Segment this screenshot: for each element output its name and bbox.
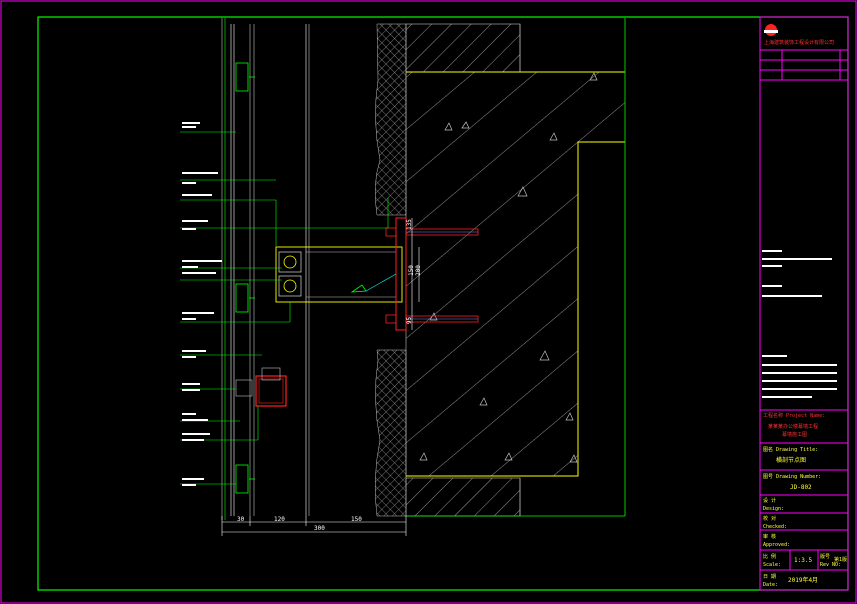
- dim-30: 30: [237, 516, 245, 523]
- scale-value: 1:3.5: [794, 557, 813, 564]
- label-marks: [182, 122, 222, 486]
- cad-drawing-canvas: 30 120 150 300 135 150 200 95 上海建筑装饰工程设计…: [0, 0, 857, 604]
- date-label: 日 期: [763, 574, 777, 580]
- project-name-line1: 某某某办公楼幕墙工程: [768, 424, 819, 430]
- dim-200: 200: [414, 265, 422, 276]
- checked-label: 校 对: [763, 516, 777, 522]
- date-label-en: Date:: [763, 582, 779, 588]
- scale-label: 比 例: [763, 554, 777, 560]
- design-label-en: Design:: [763, 506, 785, 512]
- approved-label-en: Approved:: [763, 542, 791, 548]
- project-name-label: 工程名称 Project Name:: [763, 413, 826, 419]
- dim-120: 120: [274, 516, 285, 523]
- checked-label-en: Checked:: [763, 524, 788, 530]
- drawing-number-label: 图号 Drawing Number:: [763, 474, 822, 480]
- revision-label: 版号: [820, 554, 831, 560]
- drawing-title: 横剖节点图: [776, 457, 807, 464]
- company-name: 上海建筑装饰工程设计有限公司: [764, 40, 835, 46]
- approved-label: 审 核: [763, 534, 777, 540]
- date-value: 2019年4月: [788, 577, 819, 584]
- dim-300: 300: [314, 525, 325, 532]
- scale-label-en: Scale:: [763, 562, 782, 568]
- revision-value: 第1版: [834, 557, 848, 563]
- project-name-line2: 幕墙施工图: [782, 432, 808, 438]
- design-label: 设 计: [763, 498, 777, 504]
- drawing-number: JD-802: [790, 484, 812, 491]
- dim-150-v: 150: [407, 265, 415, 276]
- dim-95: 95: [406, 316, 414, 325]
- drawing-title-label: 图名 Drawing Title:: [763, 447, 819, 453]
- dim-150: 150: [351, 516, 362, 523]
- dim-135: 135: [405, 219, 413, 230]
